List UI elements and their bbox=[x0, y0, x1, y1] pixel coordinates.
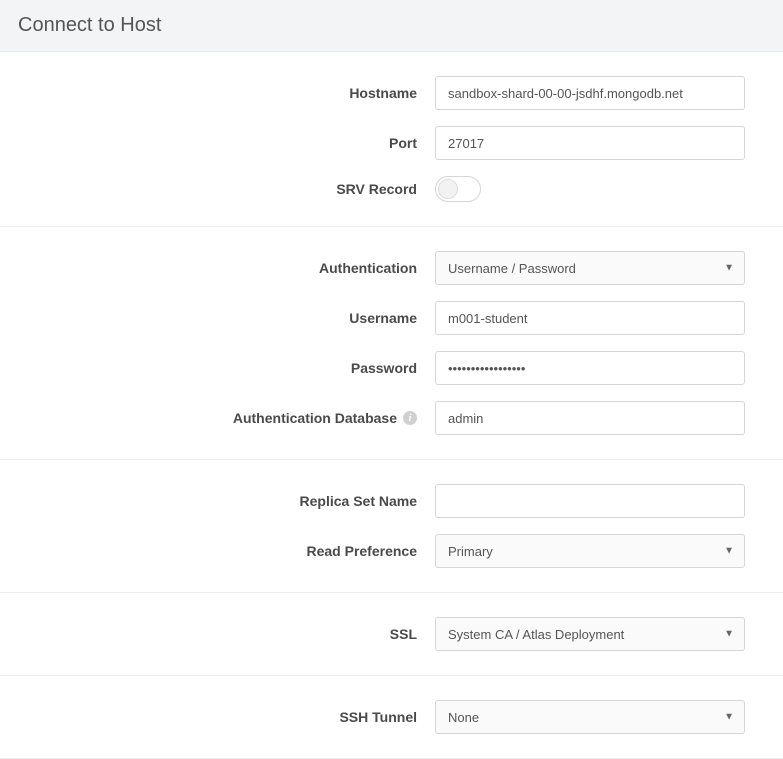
username-label: Username bbox=[0, 310, 435, 326]
authentication-value: Username / Password bbox=[448, 261, 576, 276]
readpref-value: Primary bbox=[448, 544, 493, 559]
hostname-input[interactable] bbox=[435, 76, 745, 110]
toggle-knob-icon bbox=[438, 179, 458, 199]
dialog-header: Connect to Host bbox=[0, 0, 783, 52]
chevron-down-icon: ▼ bbox=[724, 629, 734, 640]
section-ssh: SSH Tunnel None ▼ bbox=[0, 676, 783, 759]
username-input[interactable] bbox=[435, 301, 745, 335]
password-label: Password bbox=[0, 360, 435, 376]
authdb-label: Authentication Database i bbox=[0, 410, 435, 426]
replica-input[interactable] bbox=[435, 484, 745, 518]
port-input[interactable] bbox=[435, 126, 745, 160]
ssl-select[interactable]: System CA / Atlas Deployment ▼ bbox=[435, 617, 745, 651]
chevron-down-icon: ▼ bbox=[724, 712, 734, 723]
authentication-select[interactable]: Username / Password ▼ bbox=[435, 251, 745, 285]
info-icon[interactable]: i bbox=[403, 411, 417, 425]
ssh-label: SSH Tunnel bbox=[0, 709, 435, 725]
authdb-input[interactable] bbox=[435, 401, 745, 435]
dialog-title: Connect to Host bbox=[18, 14, 765, 37]
readpref-label: Read Preference bbox=[0, 543, 435, 559]
ssl-value: System CA / Atlas Deployment bbox=[448, 627, 624, 642]
authentication-label: Authentication bbox=[0, 260, 435, 276]
srv-toggle[interactable] bbox=[435, 176, 481, 202]
authdb-label-text: Authentication Database bbox=[233, 410, 397, 426]
ssl-label: SSL bbox=[0, 626, 435, 642]
section-ssl: SSL System CA / Atlas Deployment ▼ bbox=[0, 593, 783, 676]
section-replica: Replica Set Name Read Preference Primary… bbox=[0, 460, 783, 593]
chevron-down-icon: ▼ bbox=[724, 546, 734, 557]
password-input[interactable] bbox=[435, 351, 745, 385]
hostname-label: Hostname bbox=[0, 85, 435, 101]
port-label: Port bbox=[0, 135, 435, 151]
chevron-down-icon: ▼ bbox=[724, 263, 734, 274]
srv-label: SRV Record bbox=[0, 181, 435, 197]
section-host: Hostname Port SRV Record bbox=[0, 52, 783, 227]
section-authentication: Authentication Username / Password ▼ Use… bbox=[0, 227, 783, 460]
readpref-select[interactable]: Primary ▼ bbox=[435, 534, 745, 568]
replica-label: Replica Set Name bbox=[0, 493, 435, 509]
ssh-select[interactable]: None ▼ bbox=[435, 700, 745, 734]
ssh-value: None bbox=[448, 710, 479, 725]
